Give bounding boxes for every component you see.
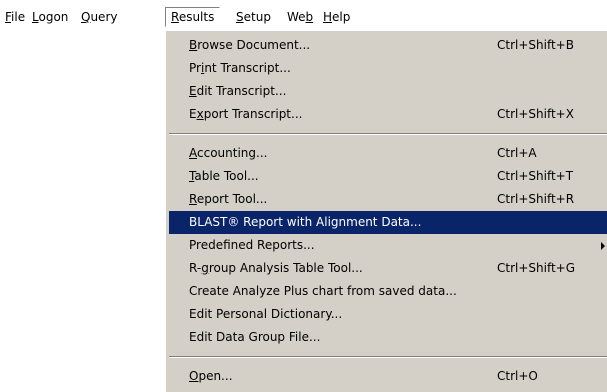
label-access-key: E [189, 84, 197, 98]
application-screen: File Logon Query Results Setup Web Help … [0, 0, 607, 392]
menu-item-browse-document[interactable]: Browse Document... Ctrl+Shift+B [169, 34, 607, 57]
shortcut-table-tool: Ctrl+Shift+T [497, 169, 574, 183]
shortcut-browse-document: Ctrl+Shift+B [497, 38, 574, 52]
menu-separator [169, 356, 607, 358]
menu-help-access-key: H [323, 10, 333, 24]
menu-item-report-tool[interactable]: Report Tool... Ctrl+Shift+R [169, 188, 607, 211]
shortcut-rgroup-analysis: Ctrl+Shift+G [497, 261, 576, 275]
label-pre: R- [189, 261, 202, 275]
label-access-key: x [196, 107, 204, 121]
menu-setup-access-key: S [236, 10, 244, 24]
menu-file-label-post: ile [11, 10, 26, 24]
menu-separator [169, 133, 607, 135]
menu-logon[interactable]: Logon [32, 7, 68, 27]
menu-item-label: Accounting... [189, 142, 267, 165]
menu-query[interactable]: Query [81, 7, 117, 27]
menu-web-label-pre: We [287, 10, 306, 24]
menu-item-label: Edit Personal Dictionary... [189, 307, 343, 321]
label-pre: Pr [189, 61, 201, 75]
menu-results[interactable]: Results [165, 7, 221, 27]
label-post: port Transcript... [203, 107, 303, 121]
results-dropdown-menu: Browse Document... Ctrl+Shift+B Print Tr… [165, 30, 607, 392]
menu-item-label: BLAST® Report with Alignment Data... [189, 215, 422, 229]
label-access-key: A [189, 146, 197, 160]
label-access-key: R [189, 192, 197, 206]
menu-item-label: Create Analyze Plus chart from saved dat… [189, 284, 457, 298]
menu-logon-label-post: ogon [38, 10, 69, 24]
menu-setup-label-post: etup [243, 10, 271, 24]
menu-item-print-transcript[interactable]: Print Transcript... [169, 57, 607, 80]
menu-item-blast-report[interactable]: BLAST® Report with Alignment Data... [169, 211, 607, 234]
label-post: roup Analysis Table Tool... [208, 261, 363, 275]
menu-web-access-key: b [305, 10, 314, 24]
menu-item-label: Browse Document... [189, 34, 310, 57]
menu-item-label: Edit Data Group File... [189, 330, 321, 344]
menu-item-edit-transcript[interactable]: Edit Transcript... [169, 80, 607, 103]
menu-item-accounting[interactable]: Accounting... Ctrl+A [169, 142, 607, 165]
submenu-arrow-icon [601, 242, 605, 250]
menu-setup[interactable]: Setup [236, 7, 271, 27]
menu-item-label: Report Tool... [189, 188, 267, 211]
menu-item-label: Table Tool... [189, 165, 259, 188]
menu-bar: File Logon Query Results Setup Web Help [0, 5, 607, 29]
menu-item-label: Predefined Reports... [189, 238, 315, 252]
menu-item-rgroup-analysis[interactable]: R-group Analysis Table Tool... Ctrl+Shif… [169, 257, 607, 280]
label-access-key: g [201, 261, 209, 275]
menu-item-edit-data-group-file[interactable]: Edit Data Group File... [169, 326, 607, 349]
label-post: rowse Document... [197, 38, 311, 52]
menu-item-edit-personal-dictionary[interactable]: Edit Personal Dictionary... [169, 303, 607, 326]
label-pre: E [189, 107, 197, 121]
menu-query-label-post: uery [90, 10, 118, 24]
menu-help[interactable]: Help [323, 7, 350, 27]
menu-results-access-key: R [171, 10, 179, 24]
menu-item-predefined-reports[interactable]: Predefined Reports... [169, 234, 607, 257]
shortcut-open: Ctrl+O [497, 369, 538, 383]
menu-item-label: Print Transcript... [189, 57, 291, 80]
menu-item-analyze-plus-chart[interactable]: Create Analyze Plus chart from saved dat… [169, 280, 607, 303]
menu-file[interactable]: File [5, 7, 25, 27]
shortcut-accounting: Ctrl+A [497, 146, 537, 160]
label-post: nt Transcript... [204, 61, 291, 75]
menu-item-label: Edit Transcript... [189, 80, 286, 103]
shortcut-report-tool: Ctrl+Shift+R [497, 192, 575, 206]
label-post: able Tool... [194, 169, 259, 183]
menu-results-label-post: esults [178, 10, 215, 24]
shortcut-export-transcript: Ctrl+Shift+X [497, 107, 574, 121]
menu-item-label: Export Transcript... [189, 103, 302, 126]
label-access-key: B [189, 38, 198, 52]
menu-web[interactable]: Web [287, 7, 313, 27]
label-post: pen... [198, 369, 233, 383]
label-post: eport Tool... [196, 192, 268, 206]
menu-item-export-transcript[interactable]: Export Transcript... Ctrl+Shift+X [169, 103, 607, 126]
label-post: dit Transcript... [196, 84, 287, 98]
menu-item-label: Open... [189, 365, 233, 388]
menu-item-table-tool[interactable]: Table Tool... Ctrl+Shift+T [169, 165, 607, 188]
label-post: ccounting... [197, 146, 268, 160]
menu-item-label: R-group Analysis Table Tool... [189, 257, 363, 280]
menu-help-label-post: elp [332, 10, 351, 24]
menu-item-open[interactable]: Open... Ctrl+O [169, 365, 607, 388]
